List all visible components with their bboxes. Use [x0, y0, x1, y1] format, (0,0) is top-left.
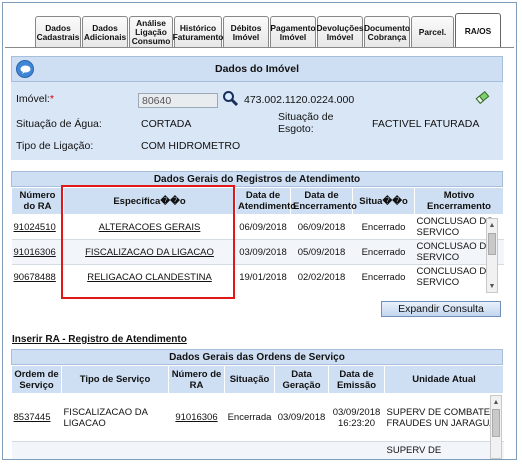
situacao: Encerrado	[352, 264, 415, 290]
scroll-up-icon[interactable]: ▲	[487, 220, 497, 230]
tab-pagamento-imovel[interactable]: Pagamento Imóvel	[270, 16, 316, 48]
os-number	[11, 441, 62, 459]
tipo-servico	[61, 441, 169, 459]
tab-ra-os[interactable]: RA/OS	[455, 13, 501, 48]
col-numero-ra: Número do RA	[11, 187, 64, 215]
ra-grid-title: Dados Gerais do Registros de Atendimento	[11, 171, 503, 187]
ra-number-link[interactable]: 91024510	[14, 222, 56, 233]
table-row: 91024510 ALTERACOES GERAIS 06/09/2018 06…	[11, 214, 504, 240]
tipo-ligacao-label: Tipo de Ligação:	[16, 140, 94, 152]
especificacao-link[interactable]: RELIGACAO CLANDESTINA	[87, 272, 212, 283]
panel-title: Dados do Imóvel	[214, 63, 299, 75]
ra-number-link[interactable]: 90678488	[14, 272, 56, 283]
tab-bar: Dados Cadastrais Dados Adicionais Anális…	[35, 13, 502, 48]
tipo-ligacao-field: COM HIDROMETRO	[141, 140, 241, 152]
expand-query-button[interactable]: Expandir Consulta	[381, 301, 501, 317]
especificacao-link[interactable]: FISCALIZACAO DA LIGACAO	[85, 247, 214, 258]
situacao-esgoto-label: Situação de Esgoto:	[278, 111, 334, 135]
tab-historico-faturamento[interactable]: Histórico Faturamento	[173, 16, 223, 48]
magnifier-icon[interactable]	[221, 89, 239, 107]
os-grid-title: Dados Gerais das Ordens de Serviço	[11, 349, 503, 365]
situacao: Encerrada	[224, 393, 275, 442]
table-row: 91016306 FISCALIZACAO DA LIGACAO 03/09/2…	[11, 239, 504, 265]
ra-number-link[interactable]: 91016306	[175, 412, 217, 423]
especificacao-link[interactable]: ALTERACOES GERAIS	[99, 222, 201, 233]
table-row: SUPERV DE	[11, 441, 504, 459]
col-ordem-servico: Ordem de Serviço	[11, 365, 62, 394]
data-encerramento: 06/09/2018	[290, 214, 353, 240]
col-data-encerramento: Data de Encerramento	[290, 187, 357, 215]
data-atendimento: 03/09/2018	[235, 239, 291, 265]
required-asterisk: *	[49, 93, 54, 105]
ra-number-link[interactable]: 91016306	[14, 247, 56, 258]
scroll-up-icon[interactable]: ▲	[491, 397, 501, 407]
tab-documento-cobranca[interactable]: Documento Cobrança	[364, 16, 410, 48]
tab-debitos-imovel[interactable]: Débitos Imóvel	[223, 16, 269, 48]
scroll-thumb[interactable]	[492, 409, 500, 437]
data-encerramento: 02/02/2018	[290, 264, 353, 290]
col-data-geracao: Data Geração	[274, 365, 329, 394]
ra-table: Número do RA Especifica��o Data de Atend…	[11, 187, 504, 290]
tipo-servico: FISCALIZACAO DA LIGACAO	[61, 393, 169, 442]
data-emissao	[328, 441, 385, 459]
main-window: Dados Cadastrais Dados Adicionais Anális…	[2, 2, 517, 460]
data-geracao: 03/09/2018	[274, 393, 329, 442]
situacao	[224, 441, 275, 459]
table-row: 8537445 FISCALIZACAO DA LIGACAO 91016306…	[11, 393, 504, 442]
col-data-emissao: Data de Emissão	[328, 365, 385, 394]
os-table: Ordem de Serviço Tipo de Serviço Número …	[11, 365, 504, 459]
situacao: Encerrado	[352, 239, 415, 265]
tab-devolucoes-imovel[interactable]: Devoluções Imóvel	[317, 16, 364, 48]
imovel-label: Imóvel:*	[16, 93, 54, 105]
col-data-atendimento: Data de Atendimento	[235, 187, 296, 215]
inserir-ra-link[interactable]: Inserir RA - Registro de Atendimento	[12, 334, 187, 345]
data-encerramento: 05/09/2018	[290, 239, 353, 265]
chat-bubble-icon[interactable]	[16, 60, 34, 78]
imovel-inscricao: 473.002.1120.0224.000	[244, 94, 355, 106]
os-table-scrollbar[interactable]: ▲	[490, 395, 502, 459]
unidade-atual: SUPERV DE	[384, 441, 504, 459]
tab-dados-adicionais[interactable]: Dados Adicionais	[82, 16, 128, 48]
tab-dados-cadastrais[interactable]: Dados Cadastrais	[35, 16, 81, 48]
imovel-input[interactable]: 80640	[138, 93, 218, 108]
col-tipo-servico: Tipo de Serviço	[61, 365, 169, 394]
col-situacao: Situa��o	[352, 187, 415, 215]
scroll-thumb[interactable]	[488, 233, 496, 255]
col-situacao: Situação	[224, 365, 275, 394]
col-unidade-atual: Unidade Atual	[384, 365, 504, 394]
data-geracao	[274, 441, 329, 459]
situacao-esgoto-field: FACTIVEL FATURADA	[372, 118, 480, 130]
panel-header: Dados do Imóvel	[11, 56, 503, 82]
col-especificacao: Especifica��o	[63, 187, 236, 215]
scroll-down-icon[interactable]: ▼	[487, 281, 497, 291]
os-number-link[interactable]: 8537445	[14, 412, 51, 423]
col-motivo-encerramento: Motivo Encerramento	[414, 187, 504, 215]
ra-number	[168, 441, 225, 459]
situacao-agua-field: CORTADA	[141, 118, 192, 130]
tab-parcelamento[interactable]: Parcel.	[411, 16, 454, 48]
unidade-atual: SUPERV DE COMBATE A FRAUDES UN JARAGUA	[384, 393, 504, 442]
data-atendimento: 06/09/2018	[235, 214, 291, 240]
col-numero-ra: Número de RA	[168, 365, 225, 394]
ra-table-scrollbar[interactable]: ▲ ▼	[486, 218, 498, 293]
eraser-icon[interactable]	[474, 89, 490, 105]
data-atendimento: 19/01/2018	[235, 264, 291, 290]
situacao-agua-label: Situação de Água:	[16, 118, 102, 130]
table-row: 90678488 RELIGACAO CLANDESTINA 19/01/201…	[11, 264, 504, 290]
tab-divider	[5, 47, 514, 48]
situacao: Encerrado	[352, 214, 415, 240]
data-emissao: 03/09/2018 16:23:20	[328, 393, 385, 442]
tab-analise-ligacao-consumo[interactable]: Análise Ligação Consumo	[129, 16, 173, 48]
